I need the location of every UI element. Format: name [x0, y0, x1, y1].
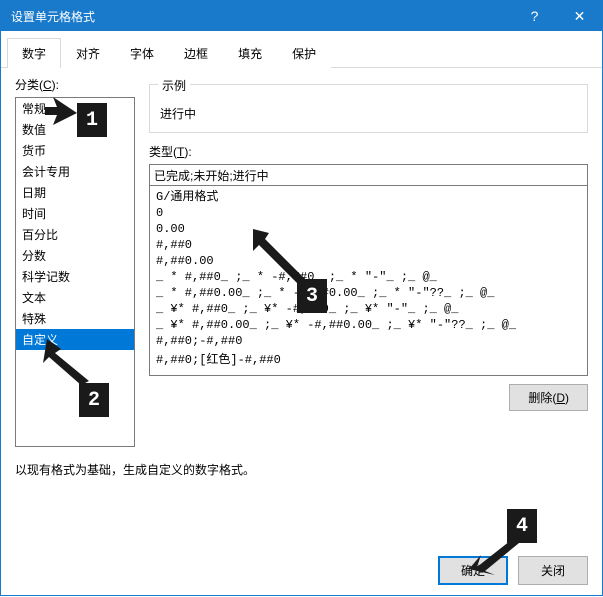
format-item[interactable]: G/通用格式: [150, 186, 587, 205]
tab-align[interactable]: 对齐: [61, 38, 115, 68]
category-item[interactable]: 时间: [16, 203, 134, 224]
sample-label: 示例: [158, 77, 190, 94]
format-list[interactable]: G/通用格式00.00#,##0#,##0.00_ * #,##0_ ;_ * …: [149, 186, 588, 376]
tab-font[interactable]: 字体: [115, 38, 169, 68]
category-item[interactable]: 常规: [16, 98, 134, 119]
category-item[interactable]: 数值: [16, 119, 134, 140]
close-icon[interactable]: ✕: [557, 1, 602, 31]
category-item[interactable]: 文本: [16, 287, 134, 308]
window-title: 设置单元格格式: [11, 8, 512, 25]
format-item[interactable]: _ ¥* #,##0.00_ ;_ ¥* -#,##0.00_ ;_ ¥* "-…: [150, 317, 587, 333]
format-item[interactable]: 0: [150, 205, 587, 221]
format-item[interactable]: 0.00: [150, 221, 587, 237]
format-item[interactable]: #,##0: [150, 237, 587, 253]
category-item[interactable]: 科学记数: [16, 266, 134, 287]
category-item[interactable]: 日期: [16, 182, 134, 203]
type-label: 类型(T):: [149, 143, 588, 160]
category-item[interactable]: 百分比: [16, 224, 134, 245]
format-item[interactable]: #,##0;[红色]-#,##0: [150, 349, 587, 368]
tab-protect[interactable]: 保护: [277, 38, 331, 68]
category-item[interactable]: 自定义: [16, 329, 134, 350]
hint-text: 以现有格式为基础，生成自定义的数字格式。: [1, 447, 602, 478]
category-item[interactable]: 货币: [16, 140, 134, 161]
tab-number[interactable]: 数字: [7, 38, 61, 68]
titlebar: 设置单元格格式 ? ✕: [1, 1, 602, 31]
category-item[interactable]: 分数: [16, 245, 134, 266]
format-item[interactable]: #,##0.00: [150, 253, 587, 269]
sample-box: 示例 进行中: [149, 84, 588, 133]
dialog-footer: 确定 关闭: [438, 556, 588, 585]
delete-button[interactable]: 删除(D): [509, 384, 588, 411]
tab-strip: 数字 对齐 字体 边框 填充 保护: [1, 31, 602, 68]
category-list[interactable]: 常规数值货币会计专用日期时间百分比分数科学记数文本特殊自定义: [15, 97, 135, 447]
sample-value: 进行中: [160, 105, 577, 122]
format-item[interactable]: _ ¥* #,##0_ ;_ ¥* -#,##0_ ;_ ¥* "-"_ ;_ …: [150, 301, 587, 317]
help-button[interactable]: ?: [512, 1, 557, 31]
tab-fill[interactable]: 填充: [223, 38, 277, 68]
format-item[interactable]: _ * #,##0.00_ ;_ * -#,##0.00_ ;_ * "-"??…: [150, 285, 587, 301]
format-item[interactable]: #,##0;-#,##0: [150, 333, 587, 349]
format-item[interactable]: _ * #,##0_ ;_ * -#,##0_ ;_ * "-"_ ;_ @_: [150, 269, 587, 285]
callout-4: 4: [507, 509, 537, 543]
tab-border[interactable]: 边框: [169, 38, 223, 68]
category-item[interactable]: 会计专用: [16, 161, 134, 182]
category-item[interactable]: 特殊: [16, 308, 134, 329]
close-button[interactable]: 关闭: [518, 556, 588, 585]
ok-button[interactable]: 确定: [438, 556, 508, 585]
type-input[interactable]: [149, 164, 588, 186]
category-label: 分类(C):: [15, 76, 135, 93]
